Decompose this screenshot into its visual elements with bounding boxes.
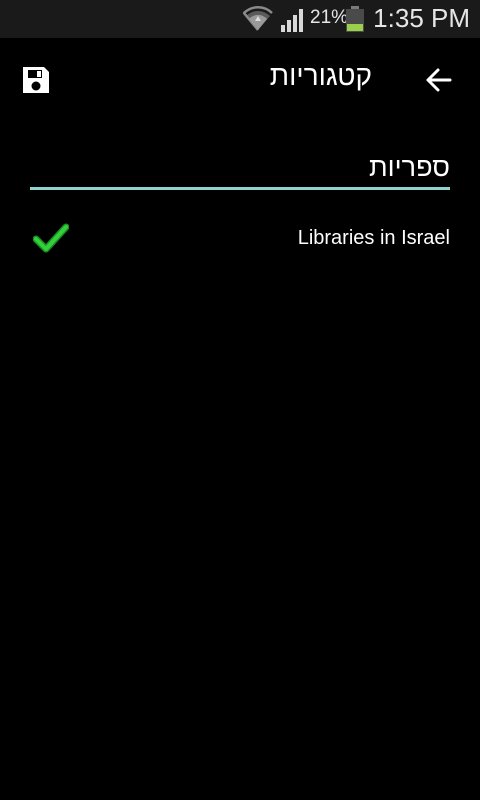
section-title: ספריות xyxy=(368,152,450,182)
status-bar: 21% 1:35 PM xyxy=(0,0,480,38)
battery-icon xyxy=(346,6,364,32)
wifi-icon xyxy=(243,6,273,31)
signal-icon xyxy=(281,9,303,32)
status-time: 1:35 PM xyxy=(373,3,470,33)
checkmark-icon xyxy=(33,223,69,253)
battery-percent: 21% xyxy=(310,7,349,28)
app-bar: קטגוריות xyxy=(0,38,480,122)
section-header: ספריות xyxy=(30,148,450,190)
list-item[interactable]: Libraries in Israel xyxy=(30,214,450,264)
list-item-label: Libraries in Israel xyxy=(297,227,450,249)
page-title: קטגוריות xyxy=(269,60,372,91)
save-icon[interactable] xyxy=(18,62,54,98)
arrow-right-icon[interactable] xyxy=(418,64,458,96)
